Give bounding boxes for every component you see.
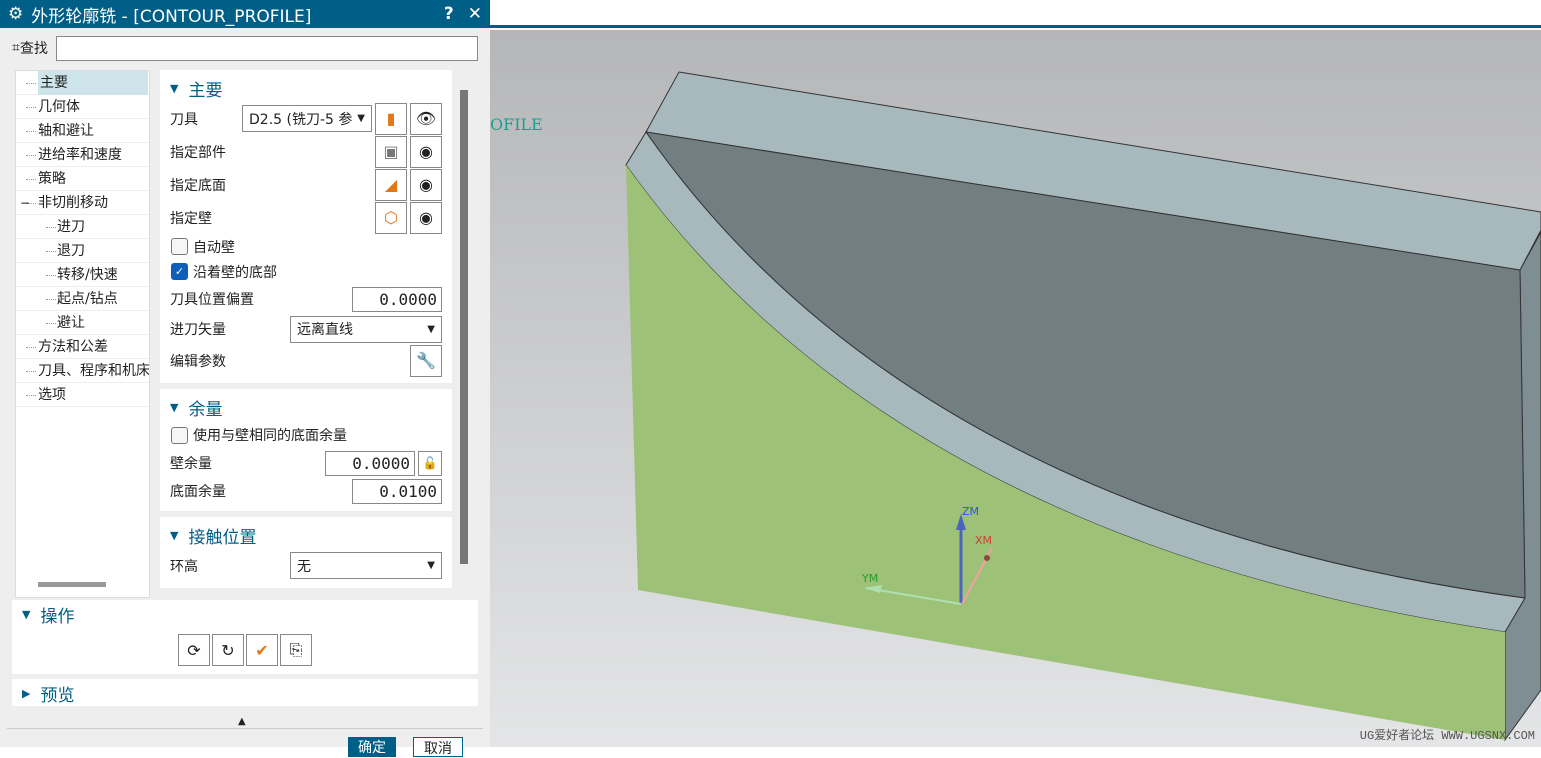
tree-item-axis[interactable]: 轴和避让 — [16, 119, 149, 143]
settings-panel: ▼ 主要 刀具 D2.5 (铣刀-5 参 ▼ ▮ 👁 指定部件 ▣ ◉ 指定底面 ◢ ◉ 指定… — [160, 70, 452, 598]
preview-header[interactable]: ▶ 预览 — [12, 679, 478, 707]
vector-label: 进刀矢量 — [170, 322, 226, 338]
wrench-icon[interactable]: 🔧 — [410, 344, 442, 377]
follow-floor-checkbox[interactable]: ✓ — [171, 263, 188, 280]
tree-item-method[interactable]: 方法和公差 — [16, 335, 149, 359]
tree-item-tool-program[interactable]: 刀具、程序和机床 — [16, 359, 149, 383]
dialog-title: 外形轮廓铣 - [CONTOUR_PROFILE] — [31, 6, 312, 27]
floor-stock-label: 底面余量 — [170, 484, 226, 500]
wall-label: 指定壁 — [170, 210, 212, 227]
stock-section: ▼ 余量 使用与壁相同的底面余量 壁余量 0.0000 🔓 底面余量 0.0100 — [160, 389, 452, 511]
collapse-icon[interactable]: − — [20, 191, 30, 215]
tree-item-feeds[interactable]: 进给率和速度 — [16, 143, 149, 167]
operations-section: ▼ 操作 ⟳ ↻ ✔ ⎘ — [12, 600, 478, 674]
lock-icon[interactable]: 🔓 — [418, 450, 442, 476]
list-icon[interactable]: ⎘ — [280, 634, 312, 666]
tool-select[interactable]: D2.5 (铣刀-5 参 ▼ — [242, 105, 372, 132]
navigation-tree: 主要 几何体 轴和避让 进给率和速度 策略 − 非切削移动 进刀 退刀 转移/快速… — [15, 70, 150, 598]
collapse-up-icon[interactable]: ▲ — [238, 716, 246, 727]
same-floor-stock-label: 使用与壁相同的底面余量 — [193, 428, 347, 444]
watermark: UG爱好者论坛 WWW.UGSNX.COM — [1359, 729, 1535, 743]
select-wall-icon[interactable]: ⬡ — [375, 201, 407, 234]
tree-item-start-points[interactable]: 起点/钻点 — [16, 287, 149, 311]
binoculars-icon: ⌗ — [12, 40, 20, 56]
auto-wall-checkbox[interactable] — [171, 238, 188, 255]
verify-icon[interactable]: ✔ — [246, 634, 278, 666]
tree-horizontal-scrollbar[interactable] — [38, 582, 106, 587]
cancel-button[interactable]: 取消 — [413, 737, 463, 757]
auto-wall-label: 自动壁 — [193, 239, 235, 256]
operations-header[interactable]: ▼ 操作 — [12, 600, 478, 628]
follow-floor-label: 沿着壁的底部 — [193, 264, 277, 281]
show-floor-eye-icon[interactable]: ◉ — [410, 168, 442, 201]
floor-stock-input[interactable]: 0.0100 — [352, 478, 442, 504]
main-section-header[interactable]: ▼ 主要 — [170, 74, 442, 102]
dialog-title-bar[interactable]: ⚙ 外形轮廓铣 - [CONTOUR_PROFILE] ? ✕ — [0, 0, 490, 28]
tree-item-avoidance[interactable]: 避让 — [16, 311, 149, 335]
help-button[interactable]: ? — [444, 4, 454, 24]
new-tool-icon[interactable]: ▮ — [375, 102, 407, 135]
tree-item-geometry[interactable]: 几何体 — [16, 95, 149, 119]
same-floor-stock-checkbox[interactable] — [171, 426, 188, 444]
part-label: 指定部件 — [170, 144, 226, 161]
tree-item-transfer[interactable]: 转移/快速 — [16, 263, 149, 287]
preview-section: ▶ 预览 — [12, 679, 478, 706]
tree-item-retract[interactable]: 退刀 — [16, 239, 149, 263]
offset-input[interactable]: 0.0000 — [352, 286, 442, 312]
select-part-icon[interactable]: ▣ — [375, 135, 407, 168]
edit-params-label: 编辑参数 — [170, 353, 226, 370]
offset-label: 刀具位置偏置 — [170, 292, 254, 308]
xm-label: XM — [975, 534, 993, 547]
select-floor-icon[interactable]: ◢ — [375, 168, 407, 201]
contact-section-header[interactable]: ▼ 接触位置 — [170, 521, 442, 549]
gear-icon: ⚙ — [8, 4, 24, 24]
operation-name-label: OFILE — [490, 115, 543, 134]
main-section: ▼ 主要 刀具 D2.5 (铣刀-5 参 ▼ ▮ 👁 指定部件 ▣ ◉ 指定底面 ◢ ◉ 指定… — [160, 70, 452, 383]
close-button[interactable]: ✕ — [468, 4, 482, 24]
tree-item-engage[interactable]: 进刀 — [16, 215, 149, 239]
tree-item-non-cutting[interactable]: − 非切削移动 — [16, 191, 149, 215]
find-input[interactable] — [55, 35, 478, 61]
wall-stock-input[interactable]: 0.0000 — [325, 450, 415, 476]
graphics-top-bar — [490, 0, 1541, 28]
ring-height-select[interactable]: 无 ▼ — [290, 552, 442, 579]
floor-label: 指定底面 — [170, 177, 226, 194]
ring-height-label: 环高 — [170, 558, 198, 575]
tree-item-strategy[interactable]: 策略 — [16, 167, 149, 191]
ym-label: YM — [862, 572, 879, 585]
wall-stock-label: 壁余量 — [170, 456, 212, 472]
tree-item-main[interactable]: 主要 — [16, 71, 149, 95]
zm-label: ZM — [962, 505, 980, 518]
find-label: 查找 — [19, 41, 48, 57]
tool-label: 刀具 — [170, 111, 198, 128]
stock-section-header[interactable]: ▼ 余量 — [170, 393, 442, 421]
generate-icon[interactable]: ⟳ — [178, 634, 210, 666]
contour-profile-dialog: ⚙ 外形轮廓铣 - [CONTOUR_PROFILE] ? ✕ ⌗ 查找 主要 … — [0, 0, 490, 757]
tree-item-options[interactable]: 选项 — [16, 383, 149, 407]
ok-button[interactable]: 确定 — [348, 737, 396, 757]
replay-icon[interactable]: ↻ — [212, 634, 244, 666]
show-wall-eye-icon[interactable]: ◉ — [410, 201, 442, 234]
vector-select[interactable]: 远离直线 ▼ — [290, 315, 442, 343]
show-part-eye-icon[interactable]: ◉ — [410, 135, 442, 168]
panel-scrollbar[interactable] — [460, 90, 468, 564]
edit-display-tool-icon[interactable]: 👁 — [410, 102, 442, 135]
contact-section: ▼ 接触位置 环高 无 ▼ — [160, 517, 452, 588]
